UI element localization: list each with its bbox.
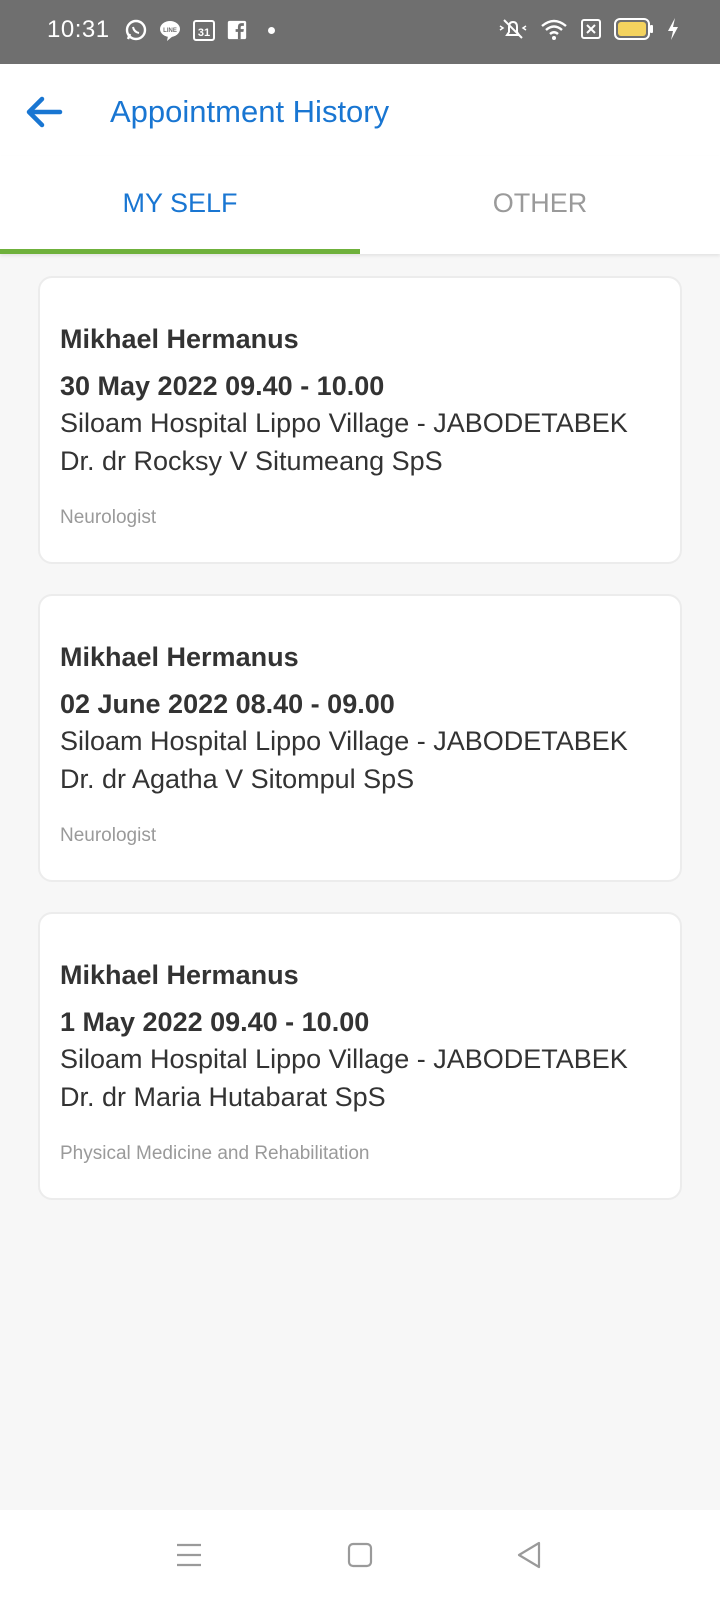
svg-text:LINE: LINE (163, 28, 177, 34)
menu-icon (177, 1543, 201, 1567)
tab-bar: MY SELF OTHER (0, 156, 720, 254)
doctor-specialty: Physical Medicine and Rehabilitation (60, 1143, 370, 1164)
back-triangle-icon (517, 1541, 541, 1569)
appointment-card[interactable]: Mikhael Hermanus 02 June 2022 08.40 - 09… (38, 594, 682, 882)
appointment-card[interactable]: Mikhael Hermanus 1 May 2022 09.40 - 10.0… (38, 912, 682, 1200)
recents-button[interactable] (172, 1538, 206, 1572)
appointment-datetime: 02 June 2022 08.40 - 09.00 (60, 689, 395, 719)
status-time: 10:31 (47, 16, 110, 43)
system-back-button[interactable] (512, 1538, 546, 1572)
appointment-card[interactable]: Mikhael Hermanus 30 May 2022 09.40 - 10.… (38, 276, 682, 564)
whatsapp-icon (125, 19, 147, 41)
appointment-list: Mikhael Hermanus 30 May 2022 09.40 - 10.… (38, 276, 682, 1230)
doctor-name: Dr. dr Agatha V Sitompul SpS (60, 764, 415, 794)
appointment-datetime: 30 May 2022 09.40 - 10.00 (60, 371, 385, 401)
hospital-name: Siloam Hospital Lippo Village - JABODETA… (60, 726, 628, 756)
doctor-specialty: Neurologist (60, 507, 157, 528)
app-bar: Appointment History (0, 64, 720, 156)
appointment-datetime: 1 May 2022 09.40 - 10.00 (60, 1007, 370, 1037)
notification-dot-icon (268, 26, 275, 34)
tab-my-self-label: MY SELF (122, 187, 238, 218)
page-title: Appointment History (110, 94, 390, 129)
charging-icon (668, 18, 678, 40)
wifi-icon (541, 19, 567, 40)
tab-my-self[interactable]: MY SELF (0, 156, 360, 254)
system-nav-bar (0, 1510, 720, 1600)
home-square-icon (347, 1542, 373, 1568)
patient-name: Mikhael Hermanus (60, 960, 299, 990)
tab-active-indicator (0, 249, 360, 254)
back-button[interactable] (22, 90, 66, 134)
tab-other-label: OTHER (492, 187, 588, 218)
home-button[interactable] (343, 1538, 377, 1572)
status-right-icons (498, 16, 680, 42)
battery-icon (614, 18, 653, 40)
patient-name: Mikhael Hermanus (60, 324, 299, 354)
doctor-name: Dr. dr Rocksy V Situmeang SpS (60, 446, 443, 476)
mute-icon (499, 19, 527, 39)
hospital-name: Siloam Hospital Lippo Village - JABODETA… (60, 408, 628, 438)
calendar-day-text: 31 (198, 27, 210, 39)
sim-no-signal-icon (581, 19, 601, 39)
doctor-specialty: Neurologist (60, 825, 157, 846)
doctor-name: Dr. dr Maria Hutabarat SpS (60, 1082, 386, 1112)
line-icon: LINE (160, 21, 180, 41)
patient-name: Mikhael Hermanus (60, 642, 299, 672)
tab-other[interactable]: OTHER (360, 156, 720, 254)
hospital-name: Siloam Hospital Lippo Village - JABODETA… (60, 1044, 628, 1074)
status-bar: 10:31 LINE 31 (0, 0, 720, 64)
status-left-icons: LINE 31 (124, 18, 275, 42)
facebook-icon (227, 20, 247, 40)
calendar-icon: 31 (193, 20, 215, 41)
arrow-left-icon (26, 96, 63, 128)
